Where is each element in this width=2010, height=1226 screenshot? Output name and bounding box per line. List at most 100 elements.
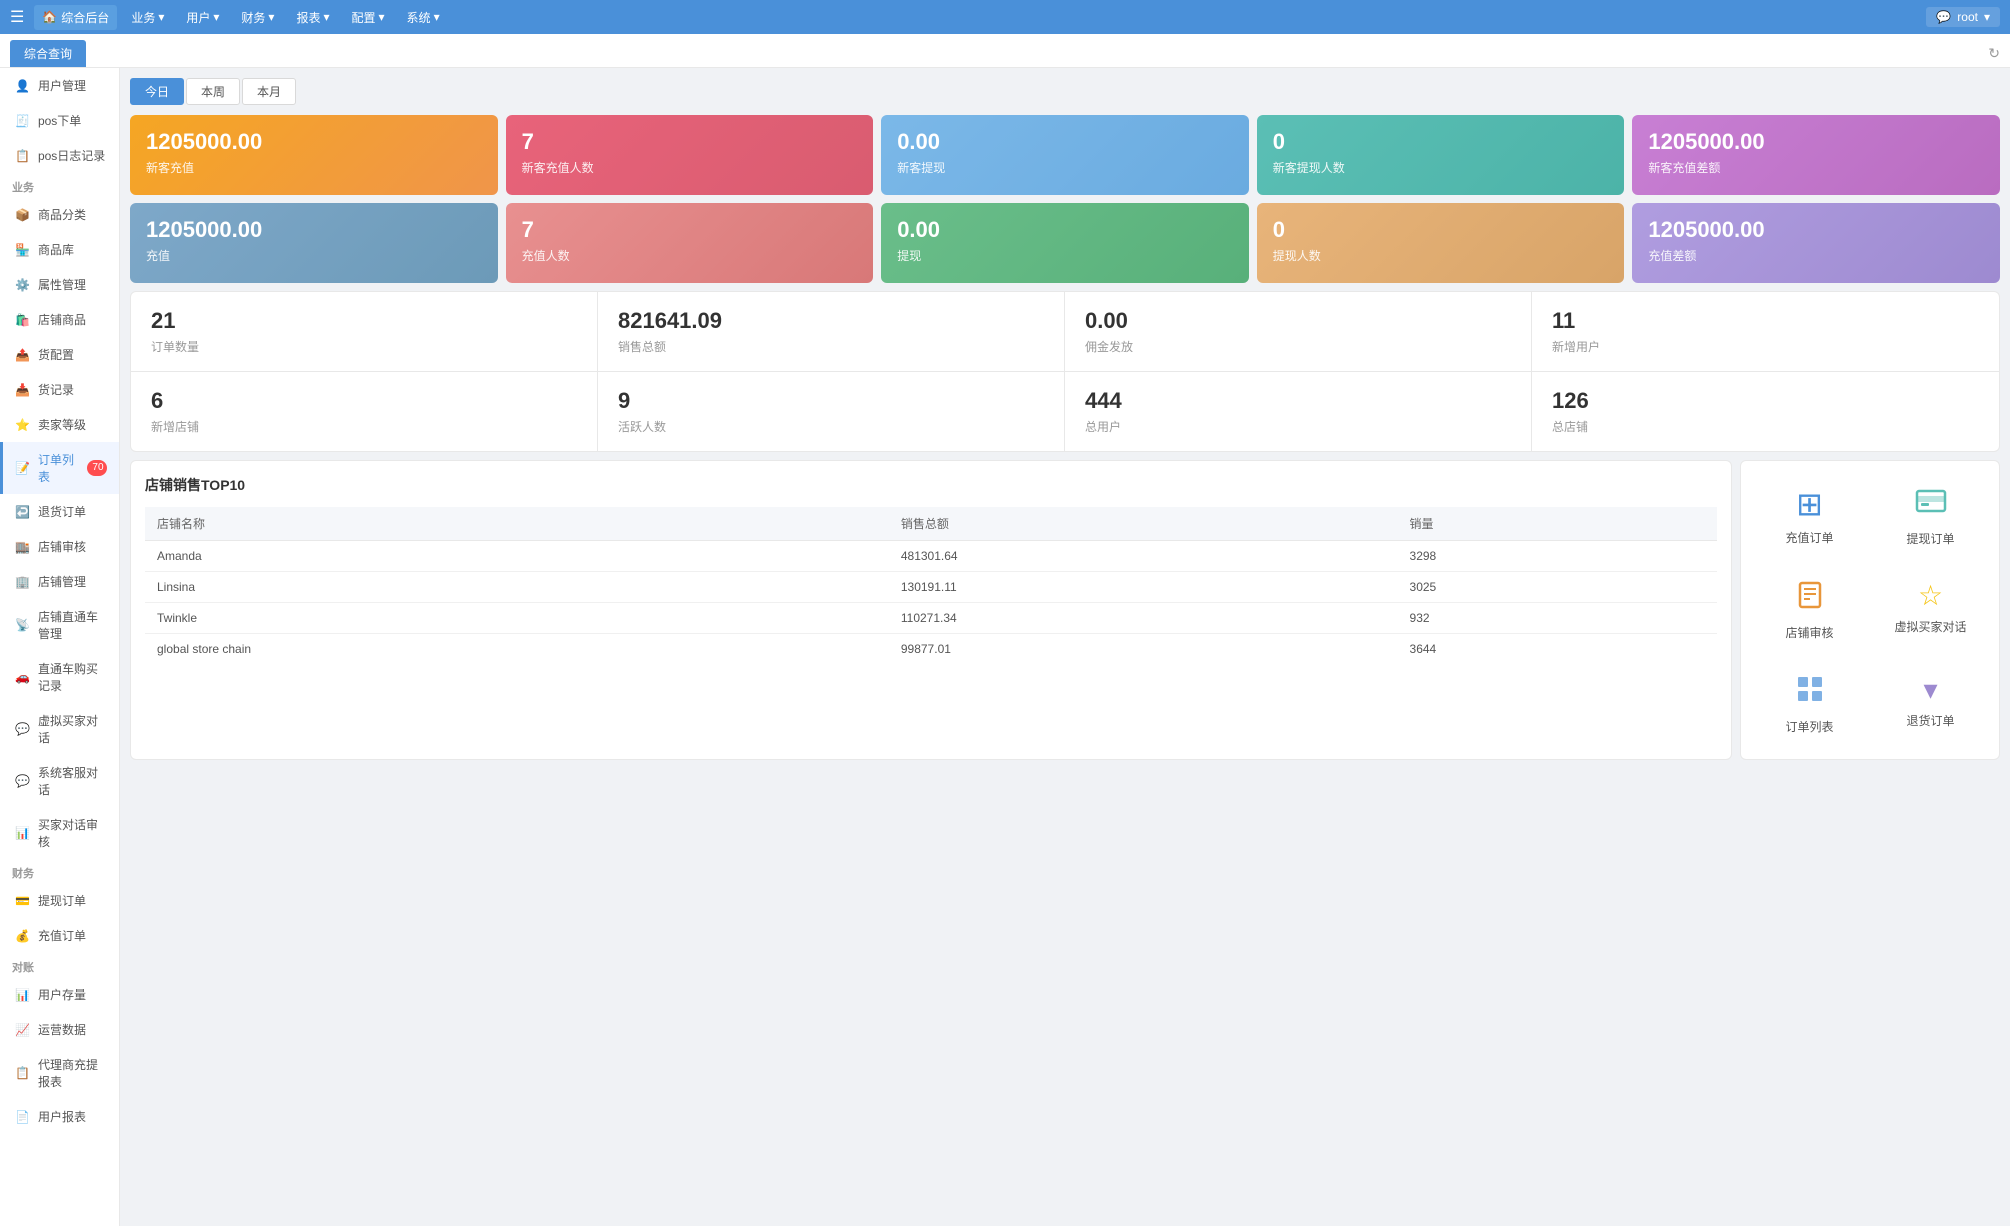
sidebar-item-shop-goods[interactable]: 🛍️ 店铺商品: [0, 302, 119, 337]
sidebar-item-order-list[interactable]: 📝 订单列表 70: [0, 442, 119, 494]
stat-label: 新客充值: [146, 159, 482, 176]
sidebar-item-ops-data[interactable]: 📈 运营数据: [0, 1012, 119, 1047]
sidebar-item-shop-direct[interactable]: 📡 店铺直通车管理: [0, 599, 119, 651]
top-nav: ☰ 🏠 综合后台 业务 ▾ 用户 ▾ 财务 ▾ 报表 ▾ 配置 ▾ 系统 ▾ 💬…: [0, 0, 2010, 34]
user-menu[interactable]: 💬 root ▾: [1926, 7, 2000, 27]
virtual-buyer-icon: 💬: [15, 722, 30, 736]
summary-label: 订单数量: [151, 338, 577, 355]
sidebar-item-goods-category[interactable]: 📦 商品分类: [0, 197, 119, 232]
stat-label: 新客充值差额: [1648, 159, 1984, 176]
brand: 🏠 综合后台: [34, 5, 117, 30]
sidebar-label: 商品库: [38, 241, 74, 258]
nav-item-report[interactable]: 报表 ▾: [286, 5, 339, 30]
action-label: 订单列表: [1785, 718, 1833, 735]
shop-sales-title: 店铺销售TOP10: [145, 475, 1717, 495]
seller-level-icon: ⭐: [15, 418, 30, 432]
sidebar-item-buyer-audit[interactable]: 📊 买家对话审核: [0, 807, 119, 859]
action-withdraw-order[interactable]: 提现订单: [1876, 475, 1985, 557]
filter-week[interactable]: 本周: [186, 78, 240, 105]
table-row: Linsina 130191.11 3025: [145, 572, 1717, 603]
summary-value: 444: [1085, 388, 1511, 414]
action-shop-audit[interactable]: 店铺审核: [1755, 569, 1864, 651]
sidebar-item-attr-mgmt[interactable]: ⚙️ 属性管理: [0, 267, 119, 302]
sidebar-item-pos-log[interactable]: 📋 pos日志记录: [0, 138, 119, 173]
stat-new-withdraw-count: 0 新客提现人数: [1257, 115, 1625, 195]
stat-new-recharge-count: 7 新客充值人数: [506, 115, 874, 195]
action-return-order[interactable]: ▾ 退货订单: [1876, 663, 1985, 745]
refresh-area: ↻: [1988, 45, 2000, 62]
action-recharge-order[interactable]: ⊞ 充值订单: [1755, 475, 1864, 557]
shop-mgmt-icon: 🏢: [15, 575, 30, 589]
brand-label: 综合后台: [61, 9, 109, 26]
ops-data-icon: 📈: [15, 1023, 30, 1037]
pos-order-icon: 🧾: [15, 114, 30, 128]
sidebar-item-withdraw[interactable]: 💳 提现订单: [0, 883, 119, 918]
nav-item-user[interactable]: 用户 ▾: [176, 5, 229, 30]
sidebar-item-goods-lib[interactable]: 🏪 商品库: [0, 232, 119, 267]
sidebar-item-user-stock[interactable]: 📊 用户存量: [0, 977, 119, 1012]
sidebar-item-user-mgmt[interactable]: 👤 用户管理: [0, 68, 119, 103]
sidebar-item-agent-report[interactable]: 📋 代理商充提报表: [0, 1047, 119, 1099]
stat-label: 新客提现人数: [1273, 159, 1609, 176]
shop-direct-icon: 📡: [15, 618, 30, 632]
sidebar-item-direct-buy[interactable]: 🚗 直通车购买记录: [0, 651, 119, 703]
sidebar-item-pos-order[interactable]: 🧾 pos下单: [0, 103, 119, 138]
goods-lib-icon: 🏪: [15, 243, 30, 257]
user-report-icon: 📄: [15, 1110, 30, 1124]
sidebar-item-recharge[interactable]: 💰 充值订单: [0, 918, 119, 953]
sidebar-section-business: 业务: [0, 173, 119, 197]
summary-value: 126: [1552, 388, 1979, 414]
nav-item-finance[interactable]: 财务 ▾: [231, 5, 284, 30]
username: root: [1957, 10, 1978, 24]
action-order-list[interactable]: 订单列表: [1755, 663, 1864, 745]
attr-mgmt-icon: ⚙️: [15, 278, 30, 292]
sidebar-item-seller-level[interactable]: ⭐ 卖家等级: [0, 407, 119, 442]
shop-audit-action-icon: [1794, 579, 1826, 618]
tab-综合查询[interactable]: 综合查询: [10, 40, 86, 67]
withdraw-order-icon: [1915, 485, 1947, 524]
sidebar-section-reconcile: 对账: [0, 953, 119, 977]
stat-label: 新客充值人数: [522, 159, 858, 176]
sidebar-label: 店铺商品: [38, 311, 86, 328]
sidebar-item-user-report[interactable]: 📄 用户报表: [0, 1099, 119, 1134]
row-sales: 99877.01: [889, 634, 1398, 665]
filter-month[interactable]: 本月: [242, 78, 296, 105]
sidebar-item-return-order[interactable]: ↩️ 退货订单: [0, 494, 119, 529]
summary-total-users: 444 总用户: [1065, 372, 1532, 451]
sidebar-item-shop-mgmt[interactable]: 🏢 店铺管理: [0, 564, 119, 599]
nav-item-system[interactable]: 系统 ▾: [397, 5, 450, 30]
filter-today[interactable]: 今日: [130, 78, 184, 105]
summary-value: 21: [151, 308, 577, 334]
sidebar-item-virtual-buyer[interactable]: 💬 虚拟买家对话: [0, 703, 119, 755]
recharge-icon: 💰: [15, 929, 30, 943]
row-sales: 130191.11: [889, 572, 1398, 603]
action-virtual-buyer[interactable]: ☆ 虚拟买家对话: [1876, 569, 1985, 651]
stat-withdraw-count: 0 提现人数: [1257, 203, 1625, 283]
goods-cat-icon: 📦: [15, 208, 30, 222]
summary-label: 新增店铺: [151, 418, 577, 435]
return-order-icon: ↩️: [15, 505, 30, 519]
sidebar-item-cargo-record[interactable]: 📥 货记录: [0, 372, 119, 407]
sidebar-item-shop-audit[interactable]: 🏬 店铺审核: [0, 529, 119, 564]
menu-icon[interactable]: ☰: [10, 7, 24, 27]
col-sales-total: 销售总额: [889, 507, 1398, 541]
brand-icon: 🏠: [42, 10, 57, 24]
sidebar-label: 订单列表: [38, 451, 79, 485]
filter-bar: 今日 本周 本月: [130, 78, 2000, 105]
sidebar-label: 货配置: [38, 346, 74, 363]
action-label: 充值订单: [1785, 529, 1833, 546]
quick-actions-panel: ⊞ 充值订单 提现订单: [1740, 460, 2000, 760]
refresh-icon[interactable]: ↻: [1988, 45, 2000, 61]
sidebar-item-cargo-config[interactable]: 📤 货配置: [0, 337, 119, 372]
sidebar-label: 用户存量: [38, 986, 86, 1003]
stat-value: 1205000.00: [1648, 217, 1984, 243]
nav-item-config[interactable]: 配置 ▾: [342, 5, 395, 30]
stat-value: 0: [1273, 129, 1609, 155]
return-order-action-icon: ▾: [1923, 673, 1937, 706]
nav-item-business[interactable]: 业务 ▾: [121, 5, 174, 30]
stat-value: 1205000.00: [1648, 129, 1984, 155]
stat-withdraw: 0.00 提现: [881, 203, 1249, 283]
row-sales: 481301.64: [889, 541, 1398, 572]
row-count: 932: [1398, 603, 1717, 634]
sidebar-item-system-cs[interactable]: 💬 系统客服对话: [0, 755, 119, 807]
